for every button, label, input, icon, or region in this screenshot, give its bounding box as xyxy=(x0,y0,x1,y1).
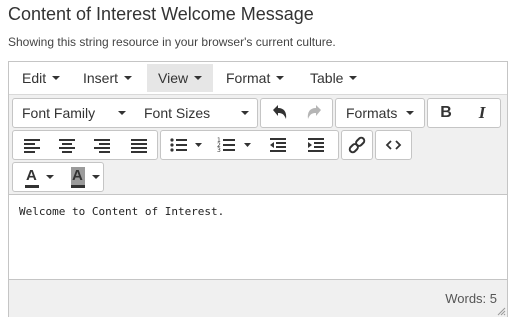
indent-button[interactable] xyxy=(297,131,335,159)
resize-handle-icon[interactable] xyxy=(496,306,506,316)
link-group xyxy=(341,130,373,160)
code-icon xyxy=(385,140,402,150)
menu-insert[interactable]: Insert xyxy=(73,64,139,92)
indent-icon xyxy=(308,138,324,152)
chevron-down-icon xyxy=(406,111,414,115)
align-right-icon xyxy=(94,139,110,153)
editor-content-text: Welcome to Content of Interest. xyxy=(19,205,225,218)
list-indent-group: 1 2 3 xyxy=(160,130,339,160)
outdent-icon xyxy=(270,138,286,152)
align-left-button[interactable] xyxy=(13,131,49,159)
chevron-down-icon xyxy=(349,76,358,81)
menu-table-label: Table xyxy=(310,70,344,86)
redo-button[interactable] xyxy=(297,99,333,127)
link-button[interactable] xyxy=(342,131,372,159)
italic-button[interactable]: I xyxy=(464,99,500,127)
font-size-select[interactable]: Font Sizes xyxy=(135,99,257,127)
chevron-down-icon xyxy=(124,76,133,81)
chevron-down-icon xyxy=(52,76,61,81)
align-justify-button[interactable] xyxy=(121,131,157,159)
numbered-list-button[interactable]: 1 2 3 xyxy=(209,131,259,159)
font-select-group: Font Family Font Sizes xyxy=(12,98,258,128)
numbered-list-icon: 1 2 3 xyxy=(217,137,251,154)
align-right-button[interactable] xyxy=(85,131,121,159)
chevron-down-icon xyxy=(241,111,249,115)
svg-text:3: 3 xyxy=(217,147,221,154)
outdent-button[interactable] xyxy=(259,131,297,159)
align-justify-icon xyxy=(131,139,147,153)
formats-dropdown[interactable]: Formats xyxy=(336,99,424,127)
menu-edit-label: Edit xyxy=(22,70,47,86)
font-family-select[interactable]: Font Family xyxy=(13,99,135,127)
menu-format[interactable]: Format xyxy=(217,64,295,92)
menu-view[interactable]: View xyxy=(147,64,213,92)
editor-content-area[interactable]: Welcome to Content of Interest. xyxy=(9,195,507,278)
bullet-list-icon xyxy=(170,138,202,152)
page-title: Content of Interest Welcome Message xyxy=(8,4,314,24)
background-color-button[interactable]: A xyxy=(59,163,105,191)
bullet-list-button[interactable] xyxy=(161,131,209,159)
menu-table[interactable]: Table xyxy=(301,64,367,92)
style-group: B I xyxy=(427,98,501,128)
align-left-icon xyxy=(24,139,40,153)
undo-button[interactable] xyxy=(261,99,297,127)
text-color-glyph: A xyxy=(26,167,37,184)
bold-button[interactable]: B xyxy=(428,99,464,127)
chevron-down-icon xyxy=(46,175,54,179)
background-color-glyph: A xyxy=(72,167,83,184)
chevron-down-icon xyxy=(118,111,126,115)
page-subtitle: Showing this string resource in your bro… xyxy=(8,35,336,49)
font-family-label: Font Family xyxy=(22,105,96,121)
source-code-button[interactable] xyxy=(376,131,411,159)
chevron-down-icon xyxy=(194,76,203,81)
redo-icon xyxy=(307,105,321,119)
code-group xyxy=(375,130,412,160)
chevron-down-icon xyxy=(276,76,285,81)
align-center-button[interactable] xyxy=(49,131,85,159)
menu-view-label: View xyxy=(158,70,189,86)
menu-edit[interactable]: Edit xyxy=(13,64,69,92)
background-color-icon: A xyxy=(68,166,88,188)
history-group xyxy=(260,98,333,128)
text-color-icon: A xyxy=(22,166,42,188)
link-icon xyxy=(348,136,366,154)
undo-icon xyxy=(273,105,287,119)
editor-statusbar: Words: 5 xyxy=(9,279,507,317)
word-count: Words: 5 xyxy=(445,291,497,306)
menu-format-label: Format xyxy=(226,70,271,86)
editor-toolbar: Font Family Font Sizes Formats B I 1 2 3… xyxy=(9,95,507,195)
editor-menubar: Edit Insert View Format Table xyxy=(9,62,507,95)
chevron-down-icon xyxy=(92,175,100,179)
alignment-group xyxy=(12,130,158,160)
color-group: A A xyxy=(12,162,104,192)
rich-text-editor: Edit Insert View Format Table Font Famil… xyxy=(8,61,508,317)
formats-group: Formats xyxy=(335,98,425,128)
menu-insert-label: Insert xyxy=(83,70,119,86)
align-center-icon xyxy=(59,139,75,153)
text-color-button[interactable]: A xyxy=(13,163,59,191)
font-size-label: Font Sizes xyxy=(144,105,211,121)
formats-label: Formats xyxy=(346,105,398,121)
